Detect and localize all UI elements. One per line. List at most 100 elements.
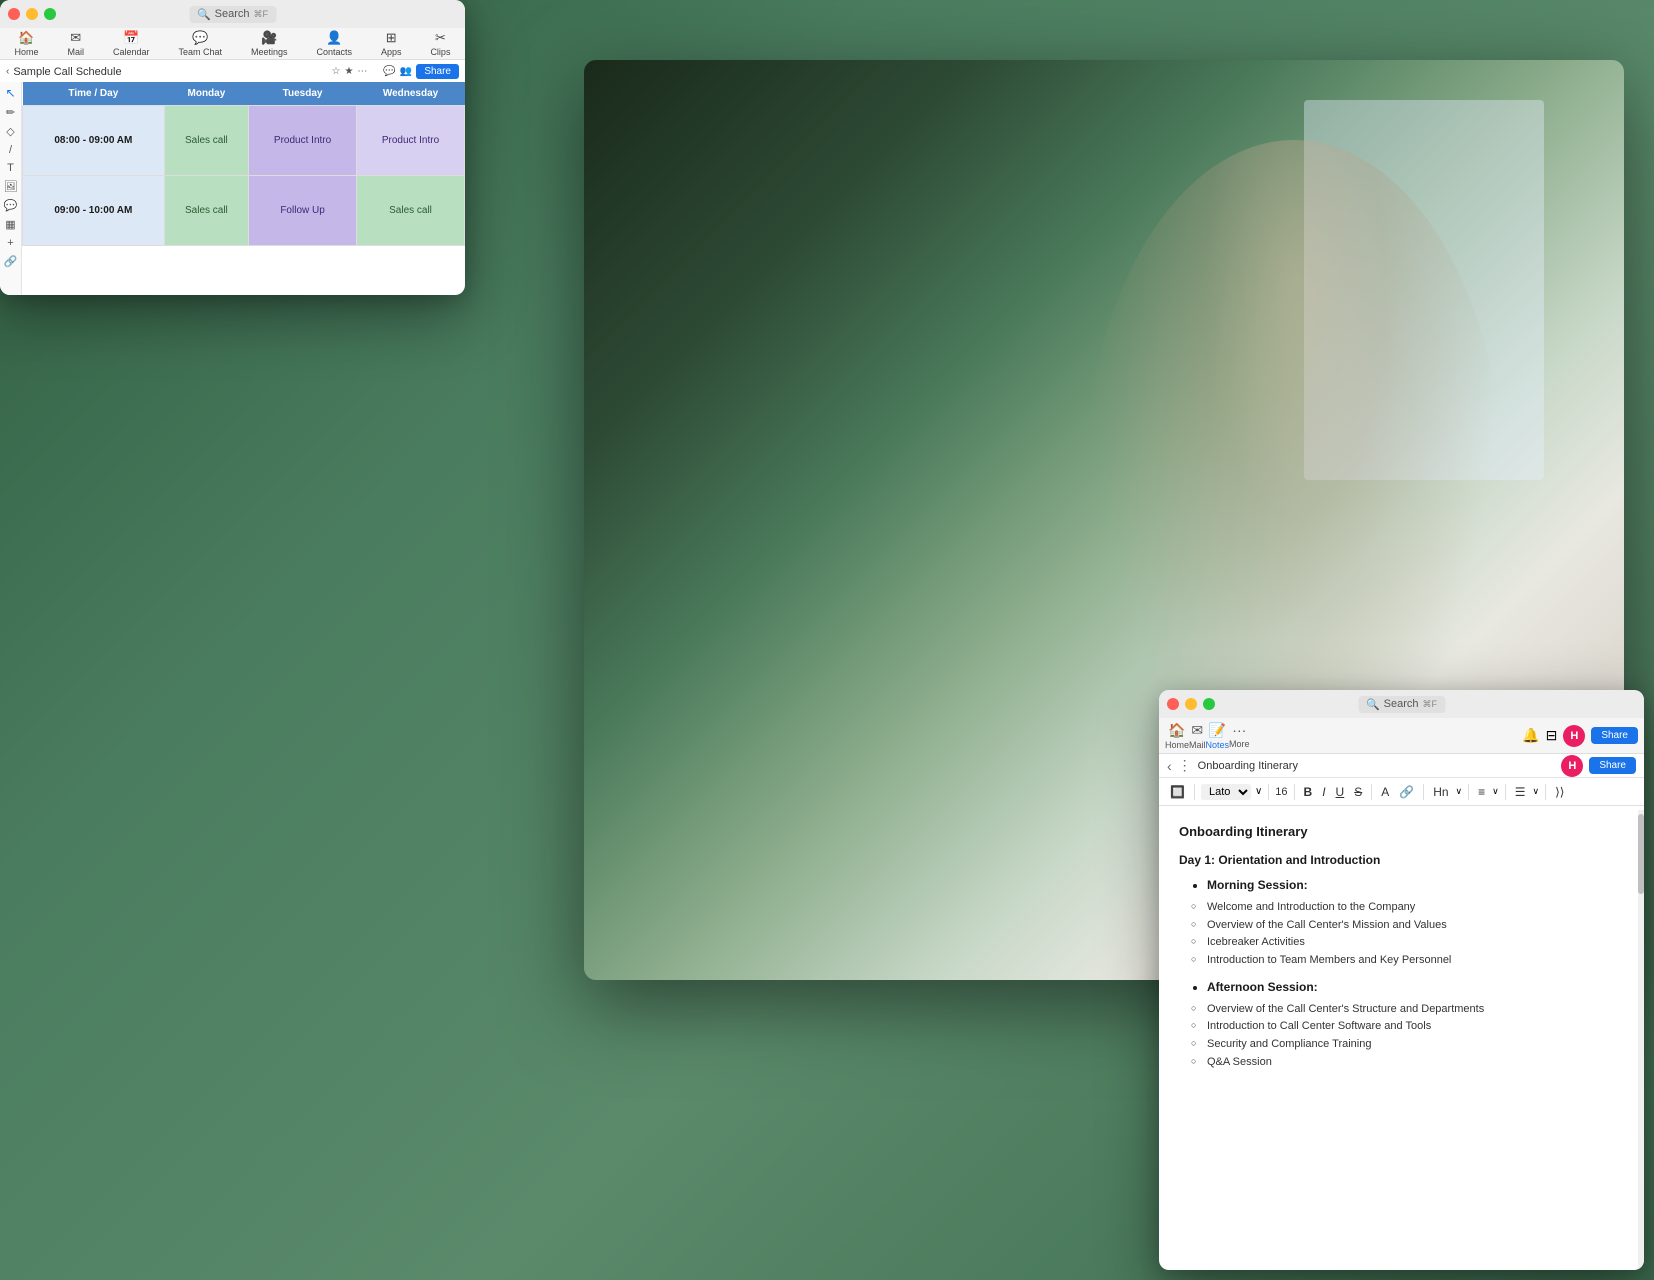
table-tool[interactable]: ▦: [5, 218, 15, 231]
col-header-wednesday: Wednesday: [357, 82, 465, 106]
author-avatar: H: [1561, 755, 1583, 777]
maximize-button[interactable]: [44, 8, 56, 20]
apps-icon: ⊞: [386, 30, 397, 46]
list-button[interactable]: ☰: [1512, 784, 1529, 800]
notes-window: 🔍 Search ⌘F 🏠 Home ✉ Mail 📝 Notes ··· Mo…: [1159, 690, 1644, 1270]
layout-icon[interactable]: ⊟: [1546, 727, 1558, 744]
notes-close-button[interactable]: [1167, 698, 1179, 710]
plus-tool[interactable]: +: [7, 237, 13, 249]
nav-teamchat[interactable]: 💬 Team Chat: [178, 30, 222, 57]
notes-share-button[interactable]: Share: [1591, 727, 1638, 744]
toolbar-separator: [1468, 784, 1469, 800]
heading-chevron: ∨: [1456, 786, 1463, 797]
toolbar-separator: [1505, 784, 1506, 800]
afternoon-bullet-4: Q&A Session: [1207, 1054, 1624, 1072]
bold-button[interactable]: B: [1301, 784, 1316, 800]
expand-button[interactable]: ⟩⟩: [1552, 784, 1567, 800]
cell-wednesday-0900[interactable]: Sales call: [357, 176, 465, 246]
notes-main-title: Onboarding Itinerary: [1179, 822, 1624, 843]
nav-apps[interactable]: ⊞ Apps: [381, 30, 402, 57]
notes-maximize-button[interactable]: [1203, 698, 1215, 710]
back-arrow[interactable]: ‹: [1167, 758, 1172, 774]
back-arrow[interactable]: ‹: [6, 66, 9, 77]
tool-sidebar: ↖ ✏ ◇ / T 🖼 💬 ▦ + 🔗: [0, 82, 22, 295]
notes-nav-notes[interactable]: 📝 Notes: [1206, 722, 1230, 750]
bell-icon[interactable]: 🔔: [1522, 727, 1539, 744]
schedule-table: Time / Day Monday Tuesday Wednesday 08:0…: [22, 82, 465, 246]
spreadsheet-content: Time / Day Monday Tuesday Wednesday 08:0…: [22, 82, 465, 295]
cell-tuesday-0800[interactable]: Product Intro: [249, 106, 357, 176]
close-button[interactable]: [8, 8, 20, 20]
cell-wednesday-0800[interactable]: Product Intro: [357, 106, 465, 176]
notes-nav-home[interactable]: 🏠 Home: [1165, 722, 1189, 750]
day1-header: Day 1: Orientation and Introduction: [1179, 851, 1624, 870]
morning-bullet-4: Introduction to Team Members and Key Per…: [1207, 952, 1624, 970]
highlight-button[interactable]: A: [1378, 784, 1392, 800]
notes-toolbar: 🔲 Lato ∨ 16 B I U S A 🔗 Hn ∨ ≡ ∨ ☰ ∨ ⟩⟩: [1159, 778, 1644, 806]
calendar-icon: 📅: [123, 30, 139, 46]
time-cell-0800: 08:00 - 09:00 AM: [23, 106, 165, 176]
scrollbar-thumb[interactable]: [1638, 814, 1644, 894]
comment-icon[interactable]: 💬: [383, 66, 395, 77]
align-chevron: ∨: [1492, 786, 1499, 797]
comment-sidebar-tool[interactable]: 💬: [4, 199, 18, 212]
underline-button[interactable]: U: [1333, 784, 1348, 800]
col-header-time: Time / Day: [23, 82, 165, 106]
minimize-button[interactable]: [26, 8, 38, 20]
cell-monday-0800[interactable]: Sales call: [164, 106, 248, 176]
cell-monday-0900[interactable]: Sales call: [164, 176, 248, 246]
doc-toolbar: ‹ Sample Call Schedule ☆ ★ ⋯ 💬 👥 Share: [0, 60, 465, 84]
text-tool[interactable]: T: [7, 162, 14, 174]
pointer-tool[interactable]: ↖: [5, 86, 15, 100]
notes-search[interactable]: 🔍 Search ⌘F: [1358, 696, 1445, 713]
table-row: 09:00 - 10:00 AM Sales call Follow Up Sa…: [23, 176, 465, 246]
nav-clips[interactable]: ✂ Clips: [430, 30, 450, 57]
toolbar-separator: [1194, 784, 1195, 800]
italic-button[interactable]: I: [1319, 784, 1328, 800]
strikethrough-button[interactable]: S: [1351, 784, 1365, 800]
nav-calendar[interactable]: 📅 Calendar: [113, 30, 150, 57]
link-button[interactable]: 🔗: [1396, 784, 1417, 800]
people-icon: 👥: [400, 66, 412, 77]
notes-nav-more[interactable]: ··· More: [1229, 722, 1250, 749]
pencil-tool[interactable]: ✏: [6, 106, 15, 119]
notes-content: Onboarding Itinerary Day 1: Orientation …: [1159, 806, 1644, 1266]
notes-share-button-2[interactable]: Share: [1589, 757, 1636, 774]
notes-doc-header: ‹ ⋮ Onboarding Itinerary H Share: [1159, 754, 1644, 778]
user-avatar: H: [1563, 725, 1585, 747]
scrollbar-track[interactable]: [1638, 810, 1644, 1270]
search-icon: 🔍: [197, 8, 211, 21]
mail-icon: ✉: [70, 30, 81, 46]
col-header-monday: Monday: [164, 82, 248, 106]
shape-tool[interactable]: ◇: [6, 125, 14, 138]
font-size-display: 16: [1275, 786, 1287, 798]
spreadsheet-nav: 🏠 Home ✉ Mail 📅 Calendar 💬 Team Chat 🎥 M…: [0, 28, 465, 60]
font-selector[interactable]: Lato: [1201, 784, 1251, 800]
connector-tool[interactable]: 🔗: [4, 255, 18, 268]
nav-meetings[interactable]: 🎥 Meetings: [251, 30, 288, 57]
more-icon[interactable]: ⋯: [357, 66, 367, 77]
spreadsheet-share-button[interactable]: Share: [416, 64, 459, 79]
notes-nav-mail[interactable]: ✉ Mail: [1189, 722, 1206, 750]
afternoon-bullet-3: Security and Compliance Training: [1207, 1036, 1624, 1054]
image-tool[interactable]: 🖼: [4, 180, 18, 193]
toolbar-separator: [1294, 784, 1295, 800]
nav-home[interactable]: 🏠 Home: [14, 30, 38, 57]
cell-tuesday-0900[interactable]: Follow Up: [249, 176, 357, 246]
table-row: 08:00 - 09:00 AM Sales call Product Intr…: [23, 106, 465, 176]
line-tool[interactable]: /: [9, 144, 12, 156]
nav-mail[interactable]: ✉ Mail: [67, 30, 84, 57]
afternoon-session-label: Afternoon Session:: [1207, 978, 1624, 997]
color-button[interactable]: 🔲: [1167, 784, 1188, 800]
more-icon: ···: [1232, 722, 1246, 738]
bookmark-icon: ☆: [331, 66, 340, 77]
nav-contacts[interactable]: 👤 Contacts: [316, 30, 352, 57]
list-chevron: ∨: [1533, 786, 1540, 797]
heading-button[interactable]: Hn: [1430, 784, 1451, 800]
spreadsheet-search[interactable]: 🔍 Search ⌘F: [189, 6, 276, 23]
mail-icon: ✉: [1191, 722, 1203, 739]
notes-minimize-button[interactable]: [1185, 698, 1197, 710]
align-button[interactable]: ≡: [1475, 784, 1488, 800]
more-button[interactable]: ⋮: [1178, 757, 1192, 774]
morning-bullet-2: Overview of the Call Center's Mission an…: [1207, 917, 1624, 935]
